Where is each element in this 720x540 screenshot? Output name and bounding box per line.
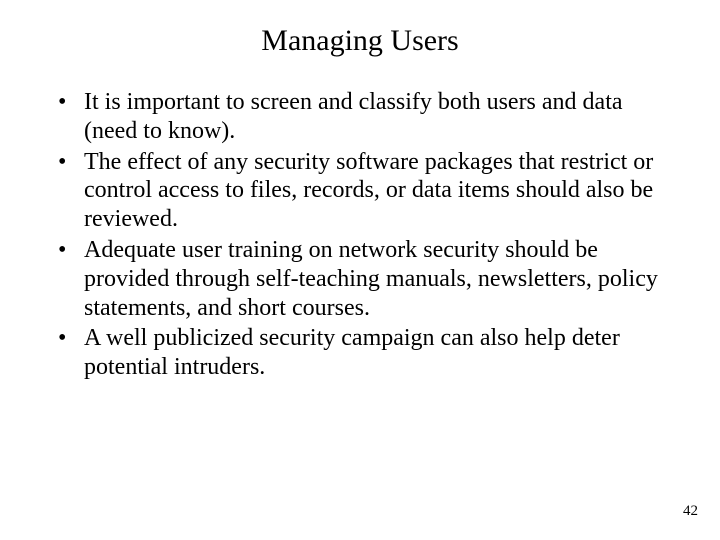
list-item: It is important to screen and classify b… <box>56 88 672 146</box>
list-item: Adequate user training on network securi… <box>56 236 672 322</box>
slide-title: Managing Users <box>0 0 720 68</box>
bullet-list: It is important to screen and classify b… <box>56 88 672 382</box>
slide: Managing Users It is important to screen… <box>0 0 720 540</box>
list-item: A well publicized security campaign can … <box>56 324 672 382</box>
list-item: The effect of any security software pack… <box>56 148 672 234</box>
slide-content: It is important to screen and classify b… <box>0 68 720 382</box>
page-number: 42 <box>683 503 698 520</box>
